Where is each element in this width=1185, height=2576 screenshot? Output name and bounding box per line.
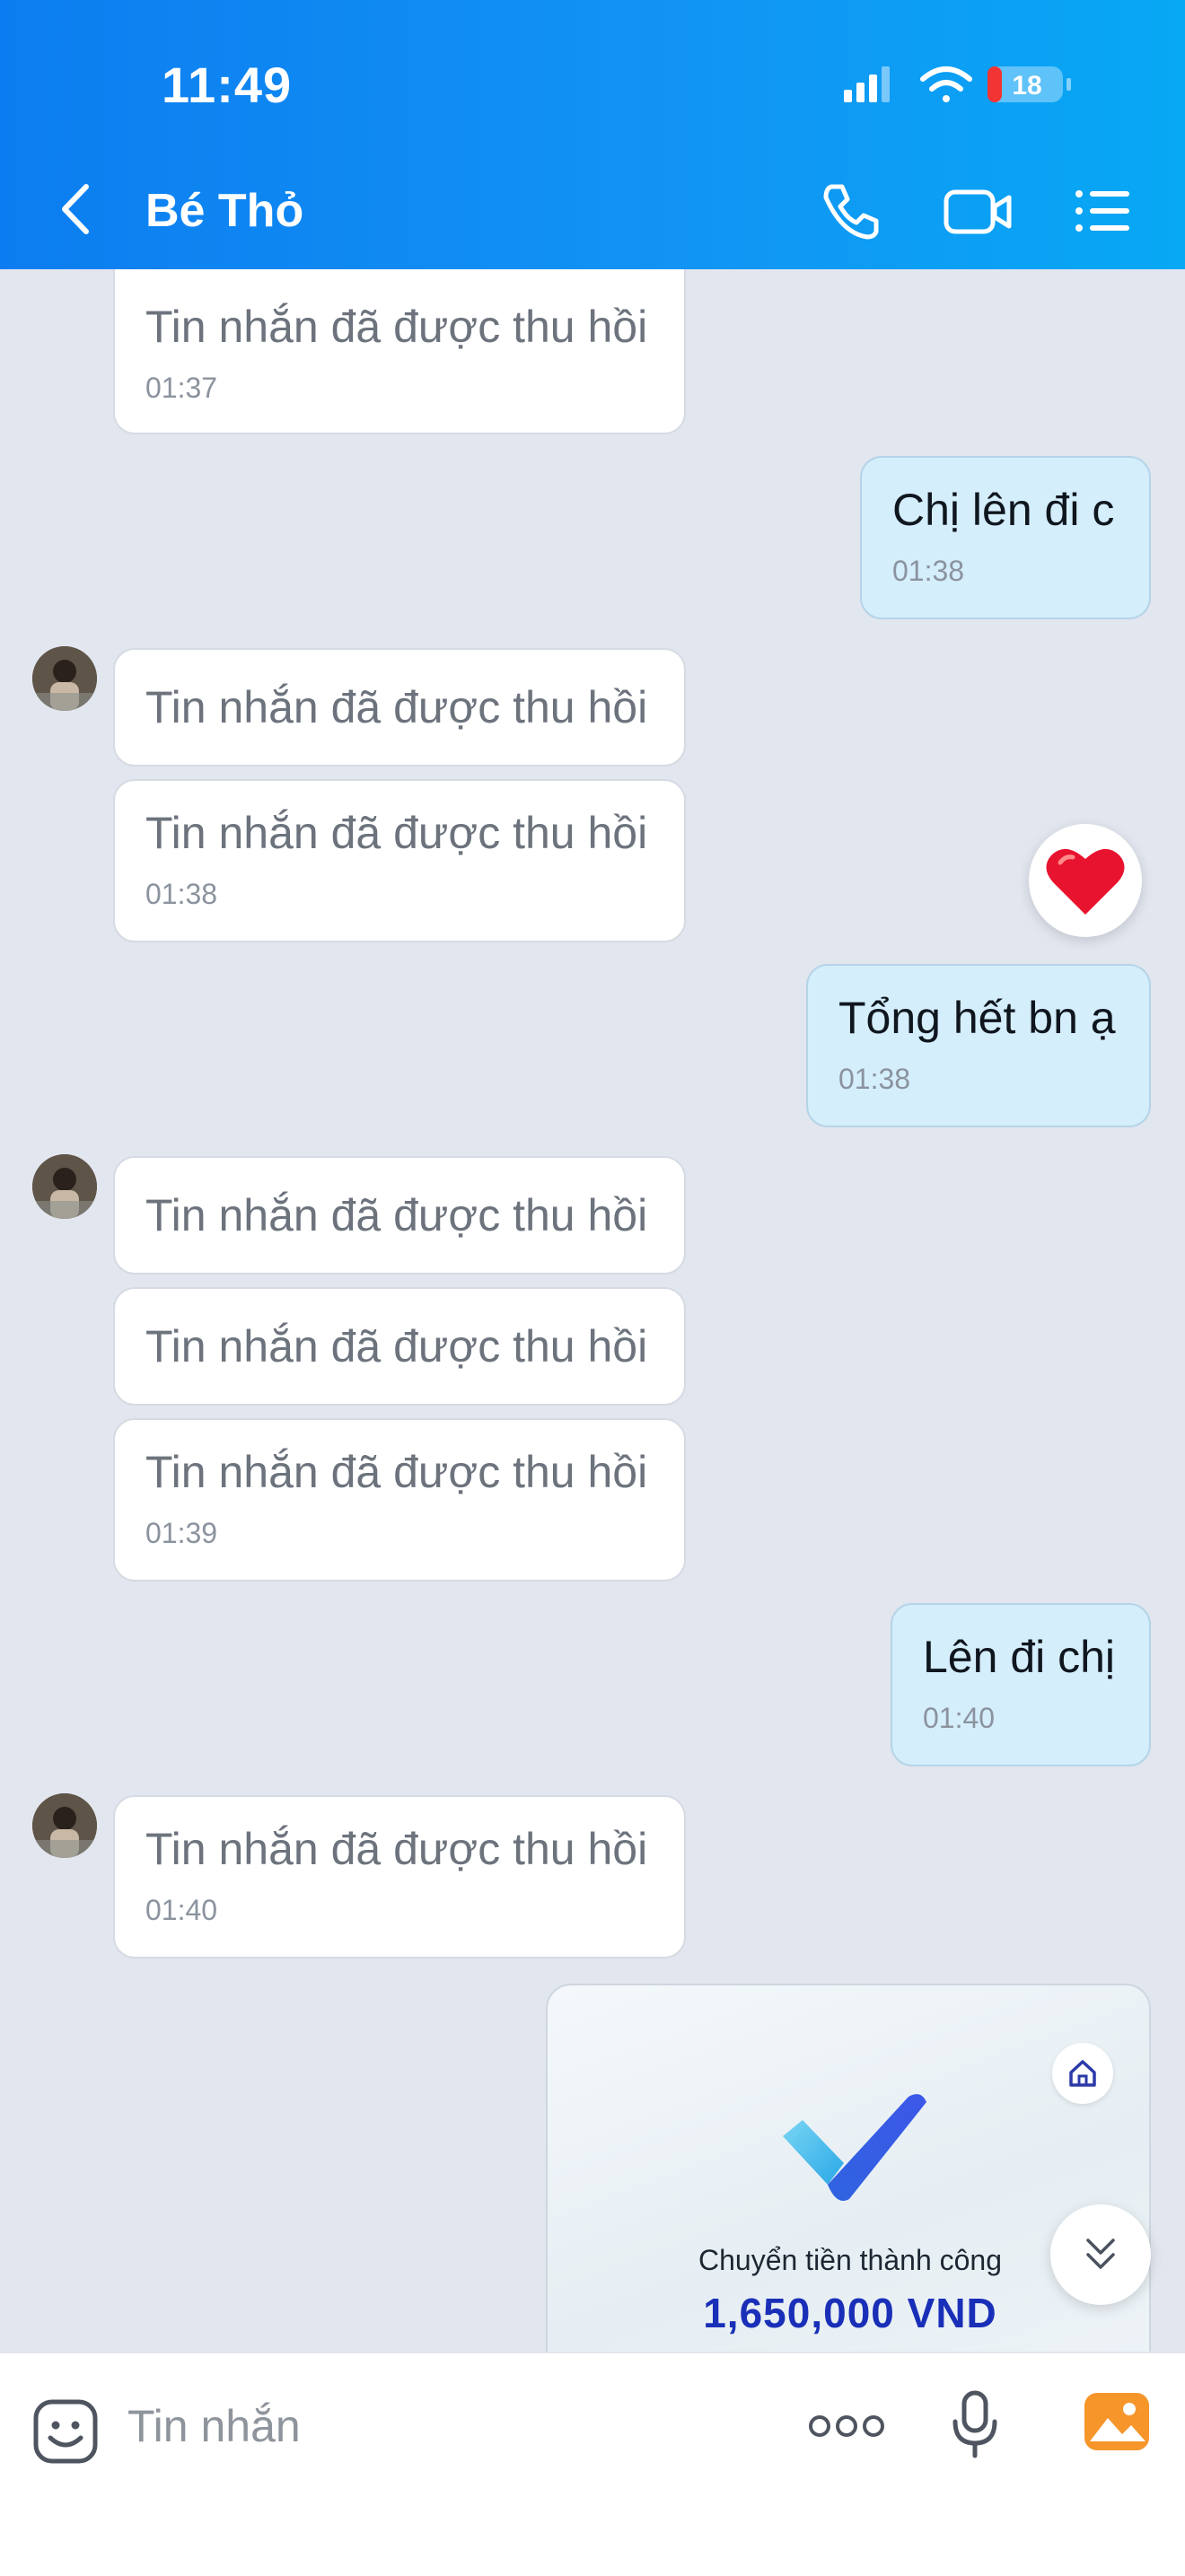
reaction-button[interactable]: [1029, 824, 1142, 937]
message-time: 01:38: [838, 1063, 911, 1095]
transfer-amount: 1,650,000 VND: [703, 2290, 997, 2336]
back-icon[interactable]: [50, 178, 104, 241]
gallery-icon[interactable]: [1083, 2389, 1151, 2454]
contact-name[interactable]: Bé Thỏ: [145, 184, 303, 238]
status-icons: 18: [844, 66, 1071, 102]
message-time: 01:40: [923, 1702, 996, 1734]
message-text: Tin nhắn đã được thu hồi: [145, 1824, 648, 1874]
message-recalled[interactable]: Tin nhắn đã được thu hồi: [113, 1156, 686, 1275]
message-text: Lên đi chị: [923, 1632, 1116, 1682]
message-recalled[interactable]: Tin nhắn đã được thu hồi: [113, 1287, 686, 1406]
message-recalled[interactable]: Tin nhắn đã được thu hồi 01:38: [113, 779, 686, 942]
message-input[interactable]: [127, 2386, 756, 2466]
video-call-icon[interactable]: [943, 180, 1014, 242]
money-transfer-card[interactable]: Chuyển tiền thành công 1,650,000 VND: [546, 1984, 1151, 2361]
message-time: 01:38: [145, 878, 218, 910]
message-recalled[interactable]: Tin nhắn đã được thu hồi 01:40: [113, 1795, 686, 1958]
message-time: 01:39: [145, 1517, 218, 1549]
red-heart-icon: [1046, 848, 1125, 915]
more-options-icon[interactable]: [808, 2413, 885, 2440]
message-time: 01:40: [145, 1894, 218, 1926]
message-text: Tin nhắn đã được thu hồi: [145, 1190, 648, 1240]
microphone-icon[interactable]: [952, 2389, 998, 2461]
message-time: 01:38: [892, 555, 965, 587]
avatar[interactable]: [32, 1154, 97, 1219]
message-outgoing[interactable]: Chị lên đi c 01:38: [860, 456, 1151, 619]
message-text: Tin nhắn đã được thu hồi: [145, 808, 648, 858]
status-time: 11:49: [162, 57, 293, 113]
message-text: Tin nhắn đã được thu hồi: [145, 302, 648, 352]
message-text: Tổng hết bn ạ: [838, 993, 1116, 1043]
chat-header: 11:49 18 Bé Thỏ: [0, 0, 1185, 269]
message-recalled[interactable]: Tin nhắn đã được thu hồi 01:39: [113, 1418, 686, 1582]
sticker-icon[interactable]: [32, 2398, 99, 2465]
signal-icon: [844, 66, 890, 102]
message-recalled[interactable]: Tin nhắn đã được thu hồi 01:37: [113, 269, 686, 434]
menu-icon[interactable]: [1072, 180, 1135, 242]
checkmark-icon: [783, 2094, 926, 2201]
message-text: Tin nhắn đã được thu hồi: [145, 682, 648, 732]
avatar[interactable]: [32, 646, 97, 711]
battery-icon: 18: [988, 66, 1071, 102]
message-time: 01:37: [145, 372, 218, 404]
home-icon[interactable]: [1052, 2043, 1113, 2104]
double-chevron-down-icon: [1086, 2239, 1115, 2269]
message-outgoing[interactable]: Tổng hết bn ạ 01:38: [806, 964, 1151, 1127]
message-text: Chị lên đi c: [892, 485, 1115, 535]
message-outgoing[interactable]: Lên đi chị 01:40: [891, 1603, 1151, 1766]
battery-level: 18: [1012, 71, 1041, 101]
message-recalled[interactable]: Tin nhắn đã được thu hồi: [113, 648, 686, 767]
wifi-icon: [920, 66, 972, 102]
message-text: Tin nhắn đã được thu hồi: [145, 1447, 648, 1497]
avatar[interactable]: [32, 1793, 97, 1858]
scroll-to-bottom-button[interactable]: [1050, 2204, 1151, 2305]
phone-icon[interactable]: [819, 180, 882, 242]
message-text: Tin nhắn đã được thu hồi: [145, 1321, 648, 1371]
message-composer: [0, 2352, 1185, 2576]
